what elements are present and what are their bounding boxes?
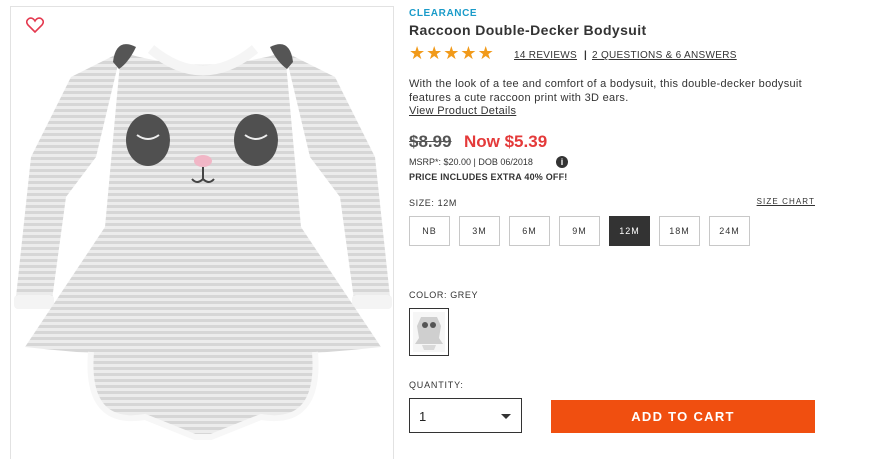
promo-text: PRICE INCLUDES EXTRA 40% OFF!	[409, 172, 568, 182]
add-to-cart-button[interactable]: ADD TO CART	[551, 400, 815, 433]
reviews-link[interactable]: 14 REVIEWS	[514, 50, 577, 61]
chevron-down-icon	[501, 414, 511, 419]
size-label: SIZE: 12M	[409, 198, 457, 208]
color-swatch-grey[interactable]	[409, 308, 449, 356]
quantity-value: 1	[419, 409, 427, 424]
heart-icon[interactable]	[25, 17, 45, 34]
size-option-nb[interactable]: NB	[409, 216, 450, 246]
product-title: Raccoon Double-Decker Bodysuit	[409, 22, 647, 38]
size-chart-link[interactable]: SIZE CHART	[757, 197, 815, 206]
size-option-6m[interactable]: 6M	[509, 216, 550, 246]
clearance-badge: CLEARANCE	[409, 8, 478, 19]
product-image	[14, 44, 392, 440]
sale-price: Now $5.39	[464, 132, 548, 151]
info-icon[interactable]: i	[556, 156, 568, 168]
quantity-label: QUANTITY:	[409, 380, 464, 390]
star-icon: ★	[409, 43, 426, 63]
product-description: With the look of a tee and comfort of a …	[409, 78, 803, 104]
msrp-line: MSRP*: $20.00 | DOB 06/2018	[409, 157, 533, 167]
view-product-details-link[interactable]: View Product Details	[409, 105, 516, 117]
size-option-12m[interactable]: 12M	[609, 216, 650, 246]
size-option-24m[interactable]: 24M	[709, 216, 750, 246]
product-image-panel	[10, 6, 394, 459]
size-option-9m[interactable]: 9M	[559, 216, 600, 246]
color-label: COLOR: GREY	[409, 290, 479, 300]
original-price: $8.99	[409, 132, 452, 151]
rating-stars: ★ ★ ★ ★ ★	[409, 44, 494, 62]
link-divider: |	[584, 50, 587, 61]
size-option-18m[interactable]: 18M	[659, 216, 700, 246]
size-option-3m[interactable]: 3M	[459, 216, 500, 246]
star-icon: ★	[443, 43, 460, 63]
size-options: NB 3M 6M 9M 12M 18M 24M	[409, 216, 750, 246]
star-icon: ★	[477, 43, 494, 63]
questions-answers-link[interactable]: 2 QUESTIONS & 6 ANSWERS	[592, 50, 737, 61]
star-icon: ★	[460, 43, 477, 63]
swatch-thumbnail	[413, 312, 445, 352]
star-icon: ★	[426, 43, 443, 63]
quantity-select[interactable]: 1	[409, 398, 522, 433]
